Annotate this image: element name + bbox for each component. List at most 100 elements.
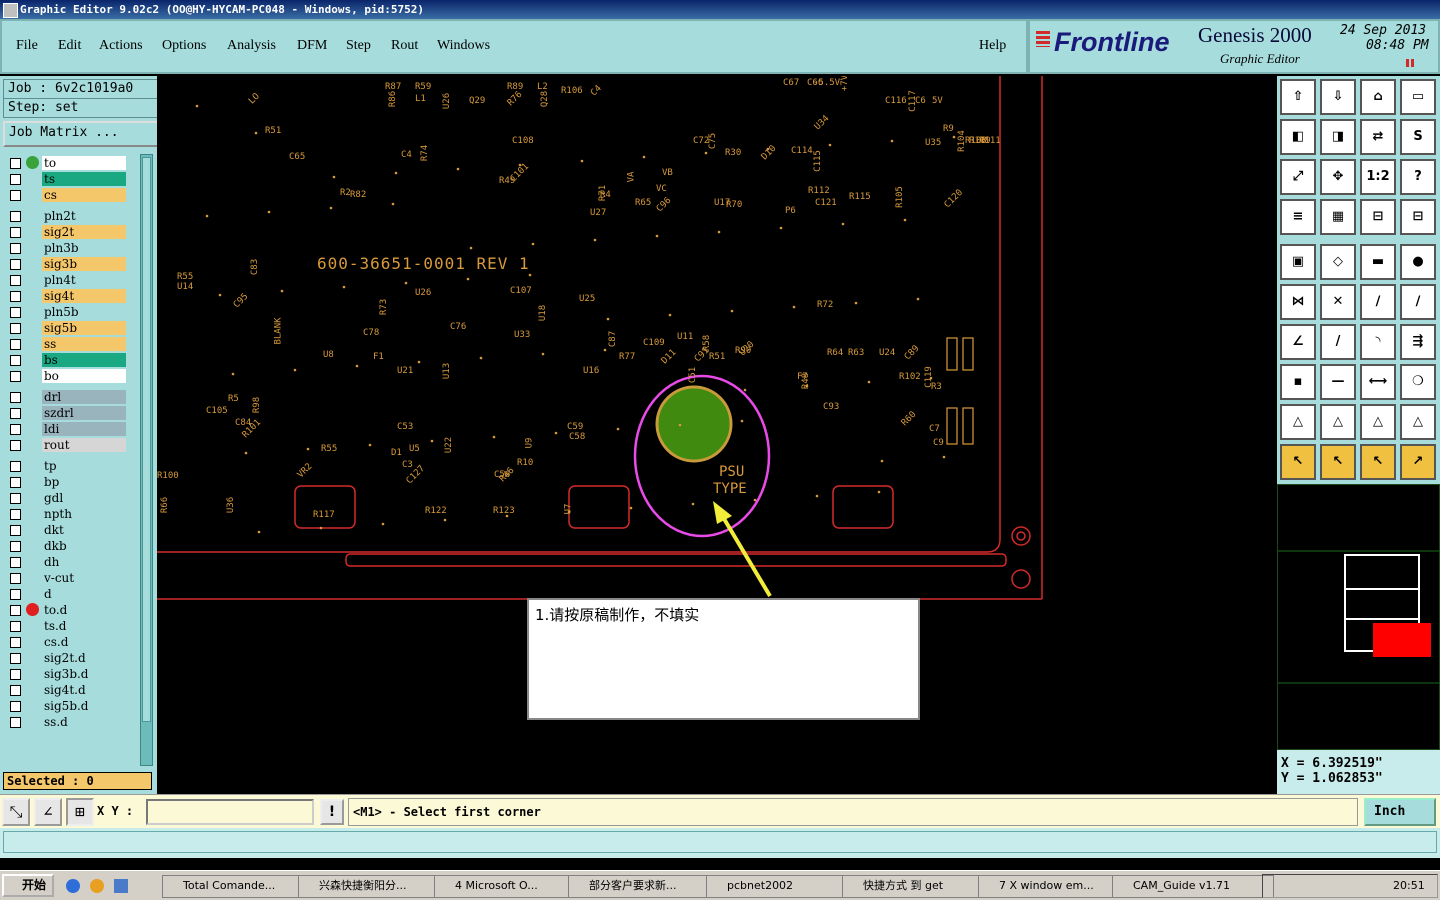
- layer-row[interactable]: sig5b.d: [8, 699, 126, 713]
- ie-icon[interactable]: [66, 879, 80, 893]
- taskbar-item[interactable]: Total Comande...: [162, 875, 314, 898]
- grid-icon[interactable]: ▦: [1320, 199, 1356, 235]
- taskbar-item[interactable]: 4 Microsoft O...: [434, 875, 586, 898]
- dot-link2-icon[interactable]: ∕: [1400, 284, 1436, 320]
- layer-row[interactable]: v-cut: [8, 571, 126, 585]
- layer-checkbox[interactable]: [10, 621, 21, 632]
- home-up-icon[interactable]: ⇧: [1280, 79, 1316, 115]
- layers-red-icon[interactable]: ⊟: [1360, 199, 1396, 235]
- layer-row[interactable]: ss: [8, 337, 126, 351]
- cross-icon[interactable]: ✕: [1320, 284, 1356, 320]
- scroll-thumb[interactable]: [142, 157, 151, 722]
- circle-dot-icon[interactable]: ●: [1400, 244, 1436, 280]
- layer-row[interactable]: sig4t: [8, 289, 126, 303]
- layer-checkbox[interactable]: [10, 392, 21, 403]
- layer-row[interactable]: to.d: [8, 603, 126, 617]
- layer-row[interactable]: pln2t: [8, 209, 126, 223]
- desktop-icon[interactable]: [114, 879, 128, 893]
- layer-row[interactable]: d: [8, 587, 126, 601]
- measure-icon[interactable]: ∠: [34, 798, 62, 826]
- triangle4-icon[interactable]: △: [1400, 404, 1436, 440]
- taskbar-item[interactable]: 兴森快捷衡阳分...: [298, 875, 450, 898]
- layer-row[interactable]: szdrl: [8, 406, 126, 420]
- layer-checkbox[interactable]: [10, 291, 21, 302]
- line-icon[interactable]: /: [1320, 324, 1356, 360]
- layer-checkbox[interactable]: [10, 275, 21, 286]
- layer-checkbox[interactable]: [10, 717, 21, 728]
- home-down-icon[interactable]: ⇩: [1320, 79, 1356, 115]
- zoom-fit-icon[interactable]: ⤡: [2, 798, 30, 826]
- layer-checkbox[interactable]: [10, 557, 21, 568]
- help-icon[interactable]: ?: [1400, 159, 1436, 195]
- menu-dfm[interactable]: DFM: [297, 38, 327, 54]
- multi-circle-icon[interactable]: ❍: [1400, 364, 1436, 400]
- layer-checkbox[interactable]: [10, 371, 21, 382]
- layer-checkbox[interactable]: [10, 355, 21, 366]
- taskbar-item[interactable]: pcbnet2002: [706, 875, 858, 898]
- taskbar-item[interactable]: 7 X window em...: [978, 875, 1130, 898]
- pan-right-icon[interactable]: ◨: [1320, 119, 1356, 155]
- layer-row[interactable]: pln3b: [8, 241, 126, 255]
- layer-checkbox[interactable]: [10, 589, 21, 600]
- menu-help[interactable]: Help: [979, 38, 1006, 54]
- layer-row[interactable]: drl: [8, 390, 126, 404]
- taskbar-item[interactable]: 快捷方式 到 get: [842, 875, 994, 898]
- triangle-icon[interactable]: △: [1280, 404, 1316, 440]
- layer-row[interactable]: pln5b: [8, 305, 126, 319]
- scale-icon[interactable]: 1:2: [1360, 159, 1396, 195]
- layer-checkbox[interactable]: [10, 190, 21, 201]
- layer-row[interactable]: sig3b: [8, 257, 126, 271]
- layer-row[interactable]: ldi: [8, 422, 126, 436]
- overview-map[interactable]: [1277, 484, 1440, 750]
- layer-row[interactable]: ss.d: [8, 715, 126, 729]
- route-icon[interactable]: ↗: [1400, 444, 1436, 480]
- layer-row[interactable]: bo: [8, 369, 126, 383]
- nodes-icon[interactable]: ⋈: [1280, 284, 1316, 320]
- layer-row[interactable]: bs: [8, 353, 126, 367]
- dot-link-icon[interactable]: ∕: [1360, 284, 1396, 320]
- menu-rout[interactable]: Rout: [391, 38, 418, 54]
- pan-left-icon[interactable]: ◧: [1280, 119, 1316, 155]
- layers-red2-icon[interactable]: ⊟: [1400, 199, 1436, 235]
- browser-icon[interactable]: [90, 879, 104, 893]
- start-button[interactable]: 开始: [2, 874, 54, 897]
- layer-row[interactable]: sig4t.d: [8, 683, 126, 697]
- align-icon[interactable]: ≡: [1280, 199, 1316, 235]
- layer-row[interactable]: dkb: [8, 539, 126, 553]
- zoom-fit-icon[interactable]: ⤢: [1280, 159, 1316, 195]
- job-matrix-button[interactable]: Job Matrix ...: [3, 121, 160, 147]
- menu-windows[interactable]: Windows: [437, 38, 490, 54]
- layer-checkbox[interactable]: [10, 525, 21, 536]
- layer-row[interactable]: to: [8, 156, 126, 170]
- layer-row[interactable]: sig3b.d: [8, 667, 126, 681]
- layer-checkbox[interactable]: [10, 259, 21, 270]
- layer-checkbox[interactable]: [10, 461, 21, 472]
- layer-row[interactable]: dkt: [8, 523, 126, 537]
- layer-row[interactable]: tp: [8, 459, 126, 473]
- range-icon[interactable]: ⟷: [1360, 364, 1396, 400]
- camera-icon[interactable]: ▣: [1280, 244, 1316, 280]
- layer-row[interactable]: sig2t.d: [8, 651, 126, 665]
- layer-row[interactable]: rout: [8, 438, 126, 452]
- layer-checkbox[interactable]: [10, 339, 21, 350]
- layer-row[interactable]: dh: [8, 555, 126, 569]
- layer-row[interactable]: sig2t: [8, 225, 126, 239]
- menu-actions[interactable]: Actions: [99, 38, 143, 54]
- layer-scrollbar[interactable]: [140, 154, 153, 766]
- menu-analysis[interactable]: Analysis: [227, 38, 276, 54]
- menu-edit[interactable]: Edit: [58, 38, 81, 54]
- layer-checkbox[interactable]: [10, 685, 21, 696]
- layer-checkbox[interactable]: [10, 509, 21, 520]
- layer-checkbox[interactable]: [10, 477, 21, 488]
- layer-checkbox[interactable]: [10, 669, 21, 680]
- xy-input[interactable]: [146, 799, 314, 825]
- triangle3-icon[interactable]: △: [1360, 404, 1396, 440]
- taskbar-item[interactable]: CAM_Guide v1.71: [1112, 875, 1274, 898]
- layer-checkbox[interactable]: [10, 637, 21, 648]
- square-dot-icon[interactable]: ▪: [1280, 364, 1316, 400]
- layer-checkbox[interactable]: [10, 307, 21, 318]
- layer-row[interactable]: ts.d: [8, 619, 126, 633]
- graphic-canvas[interactable]: R87 R86 R89 R76 R106 U26 C67 C66 C116 C117 U34 R9 U3…: [157, 76, 1277, 794]
- layer-row[interactable]: bp: [8, 475, 126, 489]
- layer-checkbox[interactable]: [10, 701, 21, 712]
